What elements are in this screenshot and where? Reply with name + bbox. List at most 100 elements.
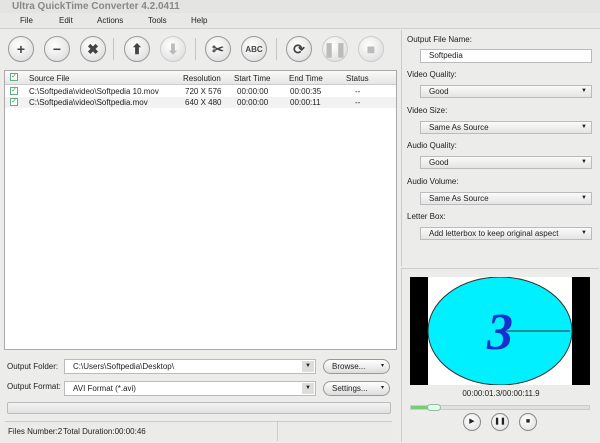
output-format-value: AVI Format (*.avi) xyxy=(73,384,136,393)
cell-status: -- xyxy=(355,87,361,96)
stop-button[interactable]: ■ xyxy=(519,413,537,431)
chevron-down-icon: ▼ xyxy=(581,88,587,94)
setting-select[interactable]: Add letterbox to keep original aspect ▼ xyxy=(420,227,592,240)
rename-icon: ABC xyxy=(245,44,263,54)
setting-label: Video Quality: xyxy=(407,70,457,79)
output-name-label: Output File Name: xyxy=(407,35,472,44)
setting-value: Good xyxy=(429,158,449,167)
setting-label: Audio Quality: xyxy=(407,141,457,150)
chevron-down-icon: ▼ xyxy=(581,230,587,236)
files-number: Files Number:2 xyxy=(8,427,63,436)
chevron-down-icon: ▼ xyxy=(581,194,587,201)
setting-value: Same As Source xyxy=(429,193,489,203)
output-folder-value: C:\Users\Softpedia\Desktop\ xyxy=(73,362,174,371)
frame-digit: 3 xyxy=(486,304,513,361)
col-source[interactable]: Source File xyxy=(29,74,69,83)
settings-label: Settings... xyxy=(332,384,368,393)
conversion-progress-bar xyxy=(7,402,391,414)
setting-value: Same As Source xyxy=(429,122,489,132)
chevron-down-icon: ▾ xyxy=(380,363,384,369)
setting-select[interactable]: Good ▼ xyxy=(420,85,592,98)
menu-edit[interactable]: Edit xyxy=(59,16,73,25)
cell-start: 00:00:00 xyxy=(237,87,269,96)
menu-help[interactable]: Help xyxy=(191,16,207,25)
rename-button[interactable]: ABC xyxy=(241,36,267,62)
table-row[interactable]: ✓ C:\Softpedia\video\Softpedia.mov 640 X 4… xyxy=(5,97,396,108)
col-status[interactable]: Status xyxy=(346,74,369,83)
browse-label: Browse... xyxy=(332,362,366,371)
settings-panel: Output File Name: Softpedia Video Qualit… xyxy=(401,30,599,266)
menu-file[interactable]: File xyxy=(20,16,33,25)
cell-start: 00:00:00 xyxy=(237,98,269,107)
toolbar-separator xyxy=(276,38,277,60)
setting-value: Add letterbox to keep original aspect xyxy=(429,229,559,238)
row-checkbox[interactable]: ✓ xyxy=(10,87,18,95)
cell-status: -- xyxy=(355,98,361,107)
cell-resolution: 720 X 576 xyxy=(185,87,222,96)
status-bar: Files Number:2 Total Duration:00:00:46 xyxy=(5,421,392,441)
row-checkbox[interactable]: ✓ xyxy=(10,98,18,106)
menu-tools[interactable]: Tools xyxy=(148,16,167,25)
select-all-checkbox[interactable]: ✓ xyxy=(10,73,18,81)
output-format-label: Output Format: xyxy=(7,382,61,391)
preview-time: 00:00:01.3/00:00:11.9 xyxy=(462,389,540,398)
cell-resolution: 640 X 480 xyxy=(185,98,222,107)
chevron-down-icon[interactable]: ▼ xyxy=(302,383,314,394)
setting-value: Good xyxy=(429,87,449,96)
add-button[interactable]: + xyxy=(8,36,34,62)
col-start[interactable]: Start Time xyxy=(234,74,270,83)
cell-end: 00:00:35 xyxy=(290,87,322,96)
pause-button[interactable]: ❚❚ xyxy=(322,36,348,62)
output-name-input[interactable]: Softpedia xyxy=(420,49,592,63)
chevron-down-icon: ▾ xyxy=(380,385,384,391)
remove-icon: − xyxy=(52,41,62,57)
convert-icon: ⟳ xyxy=(293,40,305,57)
stop-icon: ■ xyxy=(366,41,376,57)
move-down-icon: ⬇ xyxy=(167,40,179,57)
cell-file: C:\Softpedia\video\Softpedia 10.mov xyxy=(29,87,159,96)
trim-icon: ✂ xyxy=(212,40,224,57)
settings-button[interactable]: Settings... ▾ xyxy=(323,381,390,396)
setting-label: Audio Volume: xyxy=(407,176,459,186)
convert-button[interactable]: ⟳ xyxy=(286,36,312,62)
chevron-down-icon: ▼ xyxy=(581,123,587,130)
clear-icon: ✖ xyxy=(87,40,99,57)
add-icon: + xyxy=(16,41,26,57)
file-list: ✓ Source File Resolution Start Time End … xyxy=(4,70,397,350)
play-button[interactable]: ▶ xyxy=(463,413,481,431)
setting-select[interactable]: Same As Source ▼ xyxy=(420,191,592,205)
toolbar-separator xyxy=(195,38,196,60)
clear-button[interactable]: ✖ xyxy=(80,36,106,62)
col-end[interactable]: End Time xyxy=(289,74,323,83)
video-preview: 3 xyxy=(410,277,590,385)
remove-button[interactable]: − xyxy=(44,36,70,62)
move-up-button[interactable]: ⬆ xyxy=(124,36,150,62)
list-header: ✓ Source File Resolution Start Time End … xyxy=(5,71,396,85)
col-resolution[interactable]: Resolution xyxy=(183,74,221,83)
seek-thumb[interactable] xyxy=(426,404,441,411)
chevron-down-icon[interactable]: ▼ xyxy=(302,361,314,372)
cell-file: C:\Softpedia\video\Softpedia.mov xyxy=(29,98,148,107)
status-divider xyxy=(277,422,278,441)
move-down-button[interactable]: ⬇ xyxy=(160,36,186,62)
trim-button[interactable]: ✂ xyxy=(205,36,231,62)
window-title: Ultra QuickTime Converter 4.2.0411 xyxy=(0,0,600,13)
stop-button[interactable]: ■ xyxy=(358,36,384,62)
output-folder-field[interactable]: C:\Users\Softpedia\Desktop\ ▼ xyxy=(64,359,316,374)
pause-button[interactable]: ❚❚ xyxy=(491,413,509,431)
chevron-down-icon: ▼ xyxy=(581,159,587,165)
cell-end: 00:00:11 xyxy=(290,98,321,107)
setting-label: Video Size: xyxy=(407,105,448,115)
menu-bar: File Edit Actions Tools Help xyxy=(0,13,600,29)
move-up-icon: ⬆ xyxy=(131,40,143,57)
total-duration: Total Duration:00:00:46 xyxy=(63,427,146,436)
browse-button[interactable]: Browse... ▾ xyxy=(323,359,390,374)
table-row[interactable]: ✓ C:\Softpedia\video\Softpedia 10.mov 720 … xyxy=(5,86,396,97)
output-folder-label: Output Folder: xyxy=(7,362,59,371)
output-format-select[interactable]: AVI Format (*.avi) ▼ xyxy=(64,381,316,396)
menu-actions[interactable]: Actions xyxy=(97,16,123,25)
seek-slider[interactable] xyxy=(410,404,590,411)
setting-select[interactable]: Same As Source ▼ xyxy=(420,120,592,134)
pause-icon: ❚❚ xyxy=(323,40,347,57)
setting-select[interactable]: Good ▼ xyxy=(420,156,592,169)
